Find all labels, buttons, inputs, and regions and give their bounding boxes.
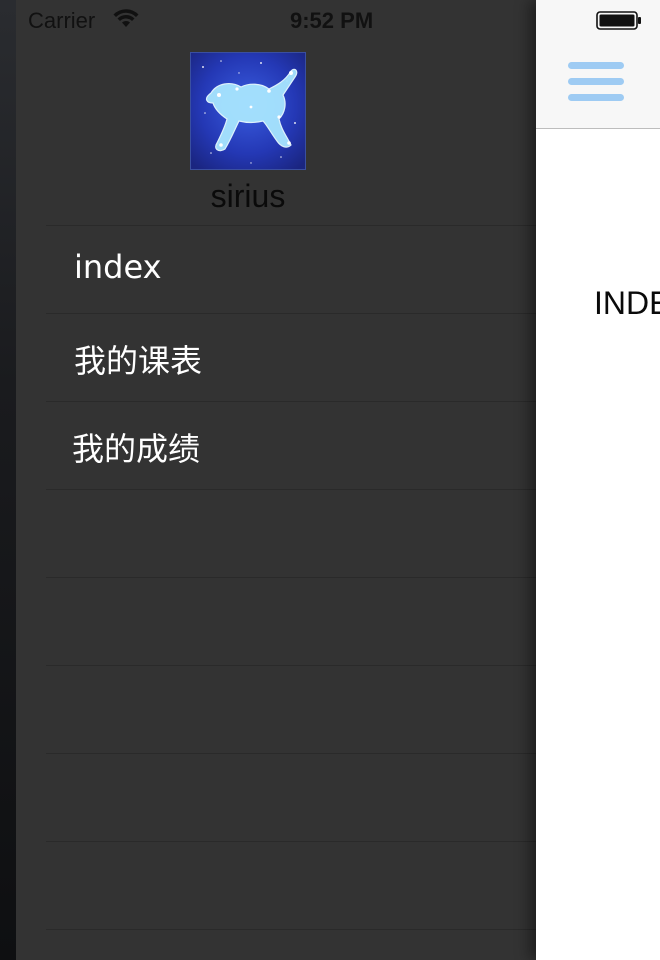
- menu-item-empty: [46, 753, 536, 841]
- page-title: INDEX: [594, 285, 660, 321]
- hamburger-menu-icon: [568, 94, 624, 101]
- menu-item-label: 我的课表: [74, 342, 203, 380]
- menu-item-label: 我的成绩: [72, 430, 201, 468]
- menu-item-empty: [46, 577, 536, 665]
- side-drawer: sirius index 我的课表 我的成绩: [16, 0, 536, 960]
- main-content-panel: INDEX: [536, 0, 660, 960]
- menu-item-label: index: [74, 248, 162, 286]
- menu-item-index[interactable]: index: [46, 225, 536, 313]
- left-edge-shadow: [0, 0, 16, 960]
- menu-item-empty: [46, 489, 536, 577]
- status-time: 9:52 PM: [290, 8, 374, 33]
- menu-item-my-schedule[interactable]: 我的课表: [46, 313, 536, 401]
- menu-item-empty: [46, 665, 536, 753]
- username: sirius: [210, 178, 286, 214]
- hamburger-menu-icon: [568, 78, 624, 85]
- menu-item-my-grades[interactable]: 我的成绩: [46, 401, 536, 489]
- carrier-label: Carrier: [28, 8, 96, 33]
- app-screen: sirius index 我的课表 我的成绩 INDE Carrier 9:52…: [0, 0, 660, 960]
- menu-item-empty: [46, 841, 536, 930]
- constellation-lion-avatar-icon: [191, 53, 305, 169]
- hamburger-menu-icon: [568, 62, 624, 69]
- wifi-icon: [113, 9, 139, 27]
- status-bar: Carrier 9:52 PM: [0, 0, 660, 40]
- avatar[interactable]: [190, 52, 306, 170]
- drawer-menu: index 我的课表 我的成绩: [46, 225, 536, 930]
- hamburger-menu-button[interactable]: [566, 60, 624, 104]
